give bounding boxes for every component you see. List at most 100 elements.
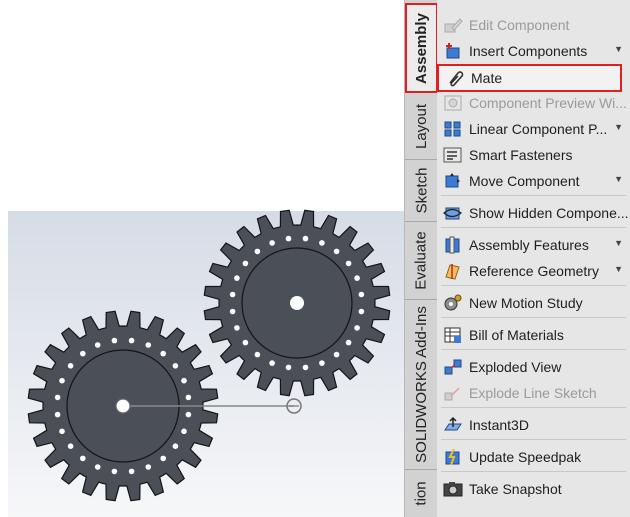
bill-of-materials-button[interactable]: Bill of Materials	[437, 323, 630, 347]
edit-component-icon	[442, 15, 464, 35]
gear-hole	[354, 325, 360, 331]
separator	[441, 195, 626, 196]
mate-button[interactable]: Mate	[437, 64, 622, 92]
tab-assembly[interactable]: Assembly	[405, 3, 438, 93]
tab-layout[interactable]: Layout	[405, 93, 438, 160]
gear-hole	[172, 363, 179, 369]
command-manager-tabs: Assembly Layout Sketch Evaluate SOLIDWOR…	[404, 0, 438, 517]
gear-hole	[181, 377, 187, 384]
tab-evaluate[interactable]: Evaluate	[405, 222, 438, 300]
instant3d-icon	[442, 415, 464, 435]
assembly-features-button[interactable]: Assembly Features ▼	[437, 233, 630, 257]
gear-hole	[285, 235, 292, 242]
gear-hole	[345, 260, 352, 267]
dropdown-arrow-icon[interactable]: ▼	[614, 264, 623, 274]
tab-truncated[interactable]: tion	[405, 470, 438, 517]
gear-hole	[234, 325, 240, 331]
update-speedpak-button[interactable]: Update Speedpak	[437, 445, 630, 469]
edit-component-button[interactable]: Edit Component	[437, 13, 630, 37]
linear-pattern-icon	[442, 119, 464, 139]
explode-line-sketch-icon	[442, 383, 464, 403]
assembly-view	[8, 209, 404, 517]
new-motion-study-button[interactable]: New Motion Study	[437, 291, 630, 315]
gear-hole	[160, 455, 166, 462]
explode-line-sketch-button[interactable]: Explode Line Sketch	[437, 381, 630, 405]
speedpak-icon	[442, 447, 464, 467]
gear-hole	[160, 350, 166, 357]
gear-hole	[94, 464, 101, 470]
dropdown-arrow-icon[interactable]: ▼	[614, 238, 623, 248]
gear-hole	[285, 364, 292, 371]
dropdown-arrow-icon[interactable]: ▼	[614, 174, 623, 184]
separator	[441, 407, 626, 408]
component-preview-icon	[442, 93, 464, 113]
reference-geometry-button[interactable]: Reference Geometry ▼	[437, 259, 630, 283]
gear-hole	[358, 291, 365, 298]
gear-hole	[185, 411, 192, 418]
separator	[441, 439, 626, 440]
insert-components-icon	[442, 41, 464, 61]
gear-hole	[269, 240, 275, 246]
linear-component-pattern-button[interactable]: Linear Component P... ▼	[437, 117, 630, 141]
gear-hole	[67, 443, 74, 450]
reference-geometry-icon	[442, 261, 464, 281]
tab-sketch[interactable]: Sketch	[405, 160, 438, 222]
exploded-view-icon	[442, 357, 464, 377]
show-hidden-icon	[442, 203, 464, 223]
component-preview-button[interactable]: Component Preview Wi...	[437, 91, 630, 115]
gear-hole	[354, 275, 360, 281]
separator	[441, 349, 626, 350]
dropdown-arrow-icon[interactable]: ▼	[614, 44, 623, 54]
assembly-features-icon	[442, 235, 464, 255]
graphics-area[interactable]	[0, 0, 404, 517]
gear-hole	[181, 428, 187, 435]
gear-hole	[128, 468, 135, 475]
gear-hole	[67, 363, 74, 369]
separator	[441, 317, 626, 318]
gear-hole	[59, 377, 65, 384]
gear-hole	[234, 275, 240, 281]
smart-fasteners-button[interactable]: Smart Fasteners	[437, 143, 630, 167]
instant3d-button[interactable]: Instant3D	[437, 413, 630, 437]
tab-solidworks-add-ins[interactable]: SOLIDWORKS Add-Ins	[405, 300, 438, 470]
gear-hole	[145, 342, 152, 348]
gear-hole	[333, 248, 340, 255]
show-hidden-components-button[interactable]: Show Hidden Compone...	[437, 201, 630, 225]
gear-hole	[333, 351, 340, 358]
gear-hole	[80, 455, 86, 462]
gear-bore[interactable]	[290, 296, 304, 310]
gear-hole	[254, 351, 261, 358]
take-snapshot-button[interactable]: Take Snapshot	[437, 477, 630, 501]
motion-study-icon	[442, 293, 464, 313]
gear-hole	[145, 464, 152, 470]
gear-hole	[172, 443, 179, 450]
mate-point-left[interactable]	[115, 398, 131, 414]
gear-hole	[269, 360, 275, 366]
command-panel: Edit Component Insert Components ▼ Mate …	[437, 0, 630, 517]
bill-of-materials-icon	[442, 325, 464, 345]
separator	[441, 471, 626, 472]
gear-hole	[54, 394, 61, 401]
gear-hole	[80, 350, 86, 357]
insert-components-button[interactable]: Insert Components ▼	[437, 39, 630, 63]
gear-hole	[319, 240, 325, 246]
gear-hole	[302, 364, 309, 371]
move-component-button[interactable]: Move Component ▼	[437, 169, 630, 193]
camera-icon	[442, 479, 464, 499]
move-component-icon	[442, 171, 464, 191]
smart-fasteners-icon	[442, 145, 464, 165]
gear-hole	[128, 337, 135, 344]
gear-hole	[54, 411, 61, 418]
gear-hole	[242, 339, 249, 346]
gear-hole	[302, 235, 309, 242]
paperclip-icon	[444, 68, 466, 88]
separator	[441, 227, 626, 228]
exploded-view-button[interactable]: Exploded View	[437, 355, 630, 379]
gear-hole	[319, 360, 325, 366]
gear-hole	[358, 308, 365, 315]
dropdown-arrow-icon[interactable]: ▼	[614, 122, 623, 132]
gear-hole	[185, 394, 192, 401]
gear-hole	[229, 308, 236, 315]
gear-hole	[242, 260, 249, 267]
gear-hole	[345, 339, 352, 346]
